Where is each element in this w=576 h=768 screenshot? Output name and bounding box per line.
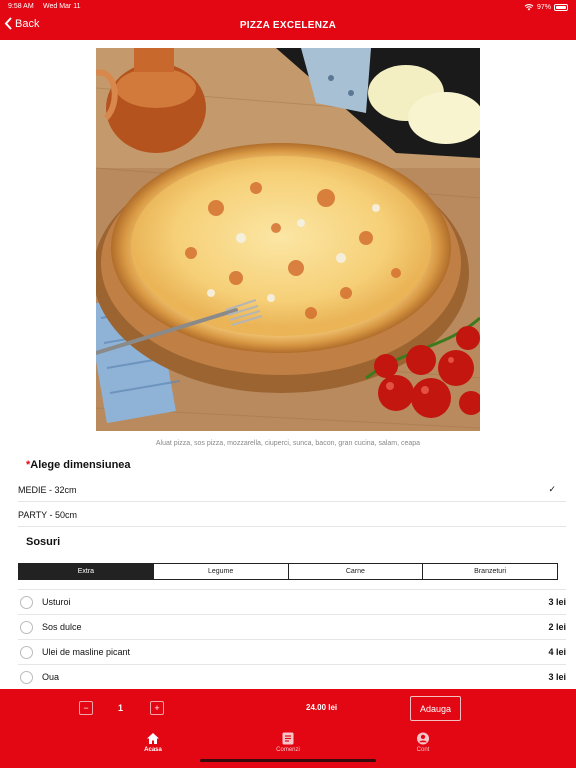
decrease-quantity-button[interactable]: − <box>79 701 93 715</box>
navigation-bar: Back PIZZA EXCELENZA <box>0 14 576 38</box>
radio-button[interactable] <box>20 645 33 659</box>
status-time: 9:58 AM <box>8 3 34 10</box>
item-price: 3 lei <box>548 672 566 682</box>
list-item[interactable]: Usturoi 3 lei <box>18 589 566 614</box>
status-bar: 9:58 AM Wed Mar 11 97% <box>0 0 576 14</box>
header: 9:58 AM Wed Mar 11 97% Back PIZZA EXCELE… <box>0 0 576 40</box>
size-option-label: PARTY - 50cm <box>18 509 78 520</box>
quantity-value: 1 <box>118 703 124 713</box>
list-item[interactable]: Oua 3 lei <box>18 664 566 689</box>
item-price: 2 lei <box>548 622 566 632</box>
battery-percent: 97% <box>536 3 551 11</box>
tab-label: Cont <box>416 747 430 753</box>
item-price: 4 lei <box>548 647 566 657</box>
list-item[interactable]: Sos dulce 2 lei <box>18 614 566 639</box>
size-option-label: MEDIE - 32cm <box>18 484 77 495</box>
increase-quantity-button[interactable]: + <box>150 701 164 715</box>
size-option-medie[interactable]: MEDIE - 32cm ✓ <box>18 478 566 502</box>
wifi-icon <box>524 4 534 11</box>
home-indicator <box>200 759 376 762</box>
status-date: Wed Mar 11 <box>43 3 81 10</box>
ingredients-text: Aluat pizza, sos pizza, mozzarella, ciup… <box>155 440 421 447</box>
tab-label: Acasa <box>144 747 162 753</box>
tab-extra[interactable]: Extra <box>19 564 154 579</box>
item-name: Usturoi <box>42 597 71 607</box>
tab-branzeturi[interactable]: Branzeturi <box>423 564 557 579</box>
order-bar: − 1 + 24.00 lei Adauga <box>0 689 576 729</box>
list-item[interactable]: Ulei de masline picant 4 lei <box>18 639 566 664</box>
tab-acasa[interactable]: Acasa <box>123 732 183 753</box>
item-name: Oua <box>42 672 60 682</box>
status-right: 97% <box>524 3 568 11</box>
radio-button[interactable] <box>20 595 33 609</box>
tab-legume[interactable]: Legume <box>154 564 289 579</box>
sauces-section-title: Sosuri <box>26 536 61 548</box>
item-price: 3 lei <box>548 597 566 607</box>
home-icon <box>147 733 159 744</box>
tab-carne[interactable]: Carne <box>289 564 424 579</box>
bottom-tab-bar: Acasa Comenzi Cont <box>0 729 576 768</box>
checkmark-icon: ✓ <box>548 484 556 494</box>
total-price: 24.00 lei <box>306 703 338 712</box>
size-title-text: Alege dimensiunea <box>30 459 131 471</box>
item-name: Sos dulce <box>42 622 82 632</box>
tab-label: Comenzi <box>276 747 300 753</box>
orders-icon <box>282 732 294 745</box>
radio-button[interactable] <box>20 670 33 684</box>
page-title: PIZZA EXCELENZA <box>239 20 337 31</box>
pizza-photo <box>96 48 480 431</box>
radio-button[interactable] <box>20 620 33 634</box>
add-to-cart-button[interactable]: Adauga <box>410 696 461 721</box>
tab-cont[interactable]: Cont <box>393 732 453 753</box>
size-option-party[interactable]: PARTY - 50cm <box>18 503 566 527</box>
battery-icon <box>554 3 568 11</box>
account-icon <box>416 732 430 745</box>
item-name: Ulei de masline picant <box>42 647 131 657</box>
sauces-tabs: Extra Legume Carne Branzeturi <box>18 563 558 580</box>
size-section-title: *Alege dimensiunea <box>26 459 131 471</box>
tab-comenzi[interactable]: Comenzi <box>258 732 318 753</box>
